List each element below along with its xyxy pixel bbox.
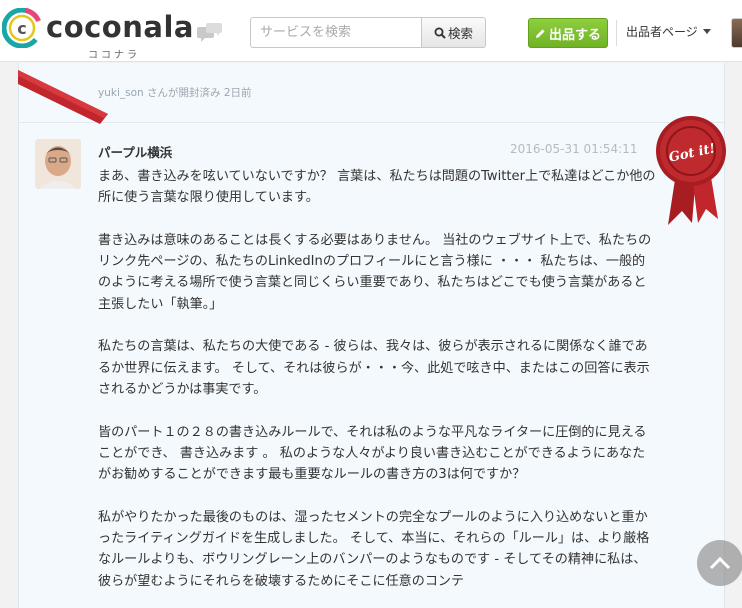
top-header: c coconala ココナラ 検索 出品する 出品者ページ bbox=[0, 0, 742, 62]
search-bar: 検索 bbox=[250, 17, 486, 48]
logo-text: coconala bbox=[46, 10, 194, 44]
logo-kana: ココナラ bbox=[88, 50, 140, 61]
corner-ribbon bbox=[18, 70, 108, 124]
logo[interactable]: c coconala ココナラ bbox=[2, 8, 193, 61]
sell-button-label: 出品する bbox=[548, 27, 601, 43]
scroll-to-top-button[interactable] bbox=[697, 540, 742, 586]
message-body: まあ、書き込みを呟いていないですか？ 言葉は、私たちは問題のTwitter上で私… bbox=[98, 166, 658, 608]
svg-text:c: c bbox=[17, 19, 26, 38]
chevron-down-icon bbox=[702, 29, 711, 34]
avatar-photo bbox=[35, 139, 81, 189]
message-timestamp: 2016-05-31 01:54:11 bbox=[510, 142, 638, 156]
opened-notice: yuki_son さんが開封済み 2日前 bbox=[98, 87, 252, 99]
message-paragraph: 書き込みは意味のあることは長くする必要はありません。 当社のウェブサイト上で、私… bbox=[98, 232, 652, 312]
pencil-icon bbox=[535, 28, 545, 38]
user-avatar[interactable] bbox=[731, 18, 742, 48]
seller-page-label: 出品者ページ bbox=[626, 25, 698, 39]
message-paragraph: 皆のパート１の２８の書き込みルールで、それは私のような平凡なライターに圧倒的に見… bbox=[98, 424, 647, 483]
author-name[interactable]: パープル横浜 bbox=[98, 142, 172, 161]
sell-button[interactable]: 出品する bbox=[528, 18, 608, 48]
author-avatar[interactable] bbox=[35, 139, 81, 189]
search-button[interactable]: 検索 bbox=[422, 17, 486, 48]
chat-bubble-icon[interactable] bbox=[197, 22, 223, 44]
message-paragraph: 私たちの言葉は、私たちの大使である - 彼らは、我々は、彼らが表示されるに関係な… bbox=[98, 339, 650, 397]
seller-page-menu[interactable]: 出品者ページ bbox=[626, 23, 711, 40]
message-paragraph: 私がやりたかった最後のものは、湿ったセメントの完全なプールのように入り込めないと… bbox=[98, 509, 650, 589]
chevron-up-icon bbox=[709, 556, 731, 570]
search-button-label: 検索 bbox=[447, 26, 473, 41]
logo-mark-icon: c bbox=[2, 8, 42, 48]
search-input[interactable] bbox=[250, 17, 422, 48]
magnifier-icon bbox=[434, 27, 446, 39]
header-divider bbox=[616, 20, 617, 46]
message-paragraph: まあ、書き込みを呟いていないですか？ 言葉は、私たちは問題のTwitter上で私… bbox=[98, 169, 656, 206]
got-it-seal-icon: Got it! bbox=[656, 116, 726, 225]
